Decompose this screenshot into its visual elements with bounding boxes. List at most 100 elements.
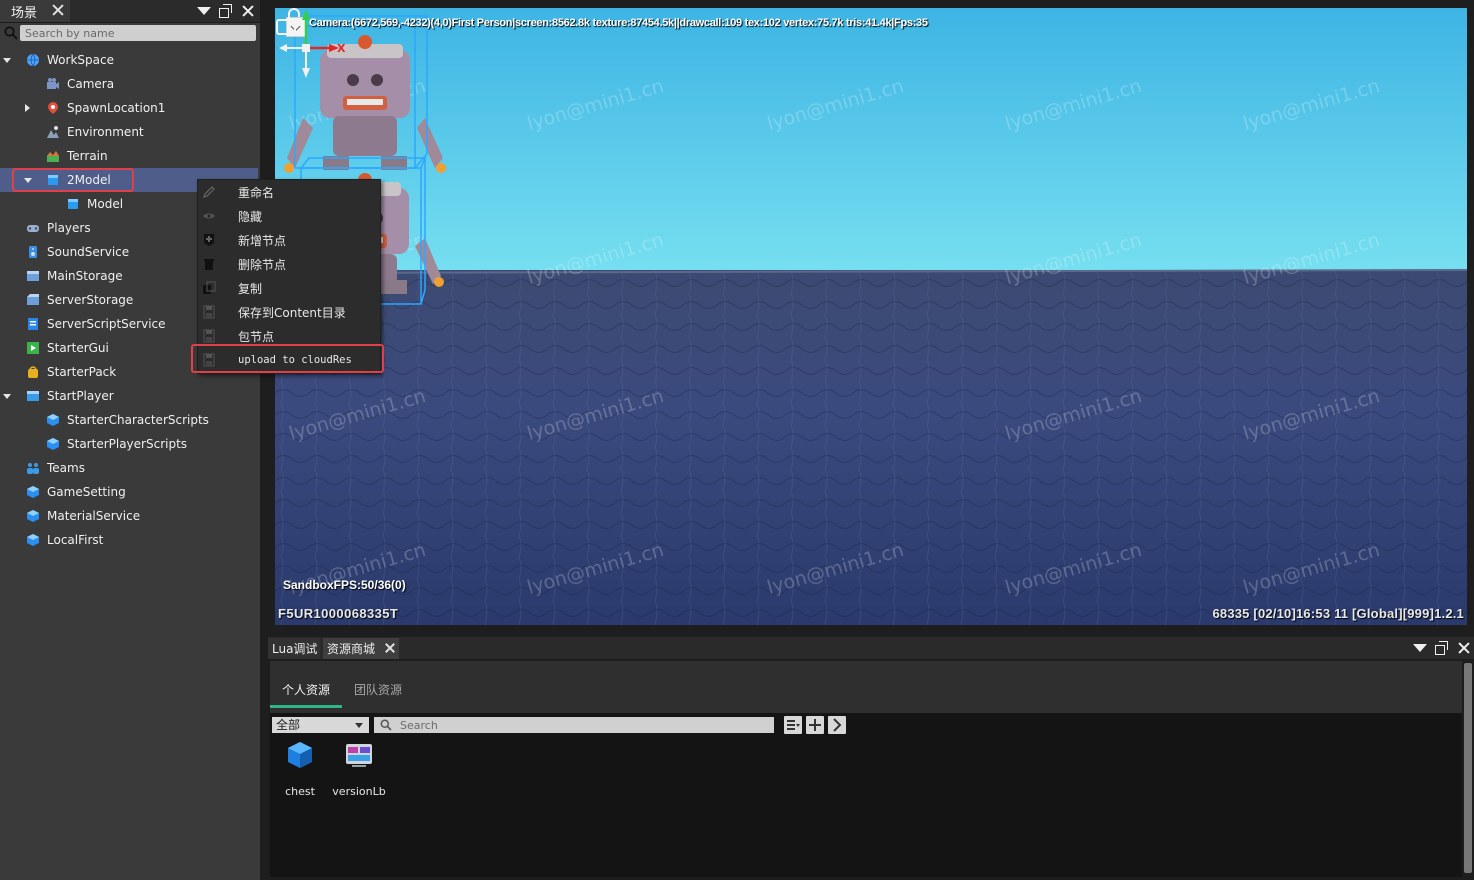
gem-icon [27,534,39,546]
tree-node-label: StarterPlayerScripts [67,437,188,451]
subtab-personal[interactable]: 个人资源 [282,681,330,698]
viewport-stats: Camera:(6672,569,-4232)(4,0)First Person… [309,17,928,29]
asset-store: 个人资源 团队资源 全部 Search chest versionLb [270,661,1462,877]
tree-node-label: MainStorage [47,269,123,283]
tree-node-environment[interactable]: Environment [0,120,258,144]
tab-lua-debug[interactable]: Lua调试 [268,638,320,659]
gem-icon [47,438,59,450]
tree-node-label: StarterGui [47,341,109,355]
close-tab-icon[interactable] [50,2,66,18]
sandbox-fps: SandboxFPS:50/36(0) [283,578,406,592]
panel-splitter[interactable] [260,0,268,880]
asset-search [374,717,774,733]
tree-node-workspace[interactable]: WorkSpace [0,48,258,72]
context-menu-label: 新增节点 [238,234,287,248]
terrain-icon [47,151,59,162]
chevron-down-icon[interactable] [3,394,11,399]
context-menu-item[interactable]: 隐藏 [198,204,380,228]
ui-window-icon [346,744,372,767]
context-menu-item[interactable]: 新增节点 [198,228,380,252]
context-menu-item[interactable]: 删除节点 [198,252,380,276]
copy-icon [203,281,216,294]
tree-node-label: Teams [47,461,85,475]
camera-icon [47,78,59,89]
tree-node-starterplayerscripts[interactable]: StarterPlayerScripts [0,432,258,456]
chevron-down-icon[interactable] [3,58,11,63]
tree-node-gamesetting[interactable]: GameSetting [0,480,258,504]
tree-node-startercharacterscripts[interactable]: StarterCharacterScripts [0,408,258,432]
upload-item-highlight [191,344,384,373]
tab-asset-store[interactable]: 资源商城 [323,638,399,659]
trash-icon [204,259,214,270]
tree-node-label: SpawnLocation1 [67,101,166,115]
scene-viewport[interactable]: lyon@mini1.cn lyon@mini1.cn lyon@mini1.c… [275,8,1467,625]
sort-list-icon[interactable] [784,716,802,734]
device-code: F5UR1000068335T [278,606,399,621]
scene-window-controls [196,3,256,19]
tree-node-label: ServerStorage [47,293,134,307]
close-tab-icon[interactable] [383,641,397,655]
model-cube-icon [68,199,78,209]
search-by-name-input[interactable] [20,25,256,41]
scene-tabbar: 场景 [0,0,260,23]
storage-icon [27,271,39,281]
float-window-icon[interactable] [218,3,234,19]
close-panel-icon[interactable] [240,3,256,19]
close-panel-icon[interactable] [1456,640,1472,656]
tree-node-terrain[interactable]: Terrain [0,144,258,168]
add-node-icon [204,234,214,246]
tree-node-label: Camera [67,77,115,91]
tree-node-teams[interactable]: Teams [0,456,258,480]
bottom-panel: Lua调试 资源商城 个人资源 团队资源 全部 Search chest ver… [268,637,1474,880]
globe-icon [27,53,39,67]
tab-scene[interactable]: 场景 [0,0,70,22]
tree-node-localfirst[interactable]: LocalFirst [0,528,258,552]
script-service-icon [28,318,38,330]
ground-texture [275,270,1467,625]
asset-filter-select[interactable]: 全部 [272,717,369,733]
tree-node-spawnlocation1[interactable]: SpawnLocation1 [0,96,258,120]
context-menu-item[interactable]: 保存到Content目录 [198,300,380,324]
subtab-team[interactable]: 团队资源 [354,681,402,698]
tree-node-label: StarterCharacterScripts [67,413,209,427]
tab-lua-debug-label: Lua调试 [272,642,318,656]
tree-node-label: SoundService [47,245,130,259]
tree-node-label: MaterialService [47,509,141,523]
tree-node-label: StarterPack [47,365,117,379]
context-menu-item[interactable]: 复制 [198,276,380,300]
dropdown-menu-icon[interactable] [1412,640,1428,656]
tree-node-label: LocalFirst [47,533,104,547]
eye-icon [203,213,215,219]
scene-panel: 场景 WorkSpace Camera SpawnLocation1 Environm… [0,0,260,880]
asset-item-chest[interactable]: chest [270,740,330,798]
viewport-status: 68335 [02/10]16:53 11 [Global][999]1.2.1 [1212,606,1464,621]
gem-icon [27,510,39,522]
asset-search-input[interactable] [400,717,760,733]
dropdown-menu-icon[interactable] [196,3,212,19]
active-subtab-indicator [270,705,342,708]
sound-icon [29,246,37,258]
player-window-icon [27,391,39,401]
bottom-tabbar: Lua调试 资源商城 [268,637,1474,659]
tree-node-materialservice[interactable]: MaterialService [0,504,258,528]
asset-item-versionlb[interactable]: versionLb [329,740,389,798]
tree-node-startplayer[interactable]: StartPlayer [0,384,258,408]
float-window-icon[interactable] [1434,640,1450,656]
axis-gizmo[interactable]: Y X [275,8,347,80]
tree-node-label: GameSetting [47,485,126,499]
tree-node-camera[interactable]: Camera [0,72,258,96]
context-menu-label: 隐藏 [238,210,263,224]
chevron-right-icon[interactable] [828,716,846,734]
asset-label: versionLb [332,785,386,798]
tree-node-label: Players [47,221,91,235]
gui-icon [27,342,39,354]
save-icon [203,329,215,343]
asset-scrollbar[interactable] [1464,663,1472,873]
chevron-right-icon[interactable] [25,104,30,112]
environment-icon [47,126,59,138]
asset-subtabs: 个人资源 团队资源 [270,661,1462,713]
context-menu-label: 重命名 [238,186,275,200]
pack-icon [28,366,38,378]
context-menu-item[interactable]: 重命名 [198,180,380,204]
add-icon[interactable] [806,716,824,734]
